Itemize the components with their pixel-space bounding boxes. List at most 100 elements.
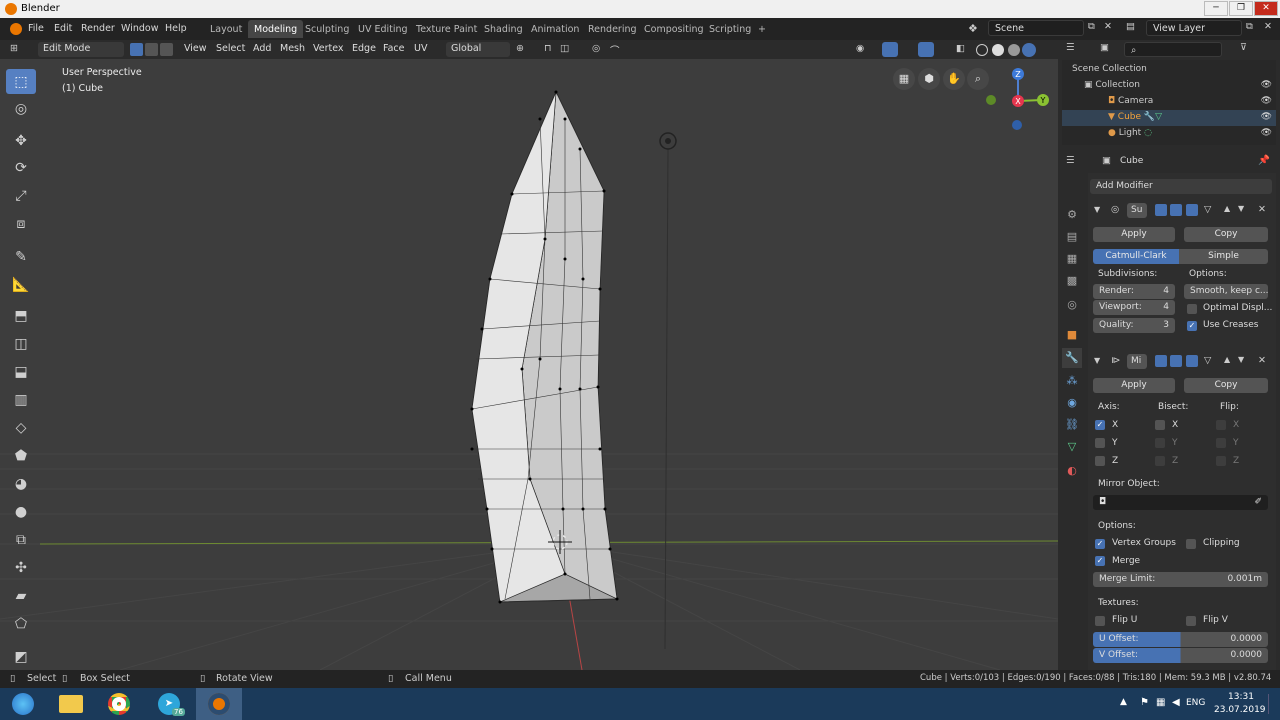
add-workspace-button[interactable]: +	[752, 20, 772, 38]
neg-y-axis-handle[interactable]	[986, 95, 996, 105]
move-down-icon[interactable]: ▼	[1238, 204, 1244, 213]
optimal-display-checkbox[interactable]	[1187, 304, 1197, 314]
material-tab-icon[interactable]: ◐	[1062, 461, 1082, 481]
visibility-icon[interactable]: ◉	[856, 43, 864, 54]
show-desktop-button[interactable]	[1268, 694, 1276, 714]
flip-z-checkbox[interactable]	[1216, 456, 1226, 466]
sidebar-toggle-icon[interactable]: ◩	[6, 644, 36, 669]
outliner-item-light[interactable]: ● Light ◌ 👁	[1062, 126, 1276, 142]
tray-flag-icon[interactable]: ⚑	[1140, 697, 1149, 708]
pin-icon[interactable]: 📌	[1258, 155, 1270, 166]
taskbar-telegram[interactable]: ➤ 76	[146, 688, 192, 720]
collapse-arrow-icon[interactable]: ▼	[1094, 356, 1100, 365]
outliner-scene-collection[interactable]: Scene Collection	[1062, 62, 1276, 78]
xray-icon[interactable]: ◧	[956, 43, 965, 54]
bevel-tool-icon[interactable]: ⬓	[6, 359, 36, 384]
outliner-item-camera[interactable]: ◘ Camera 👁	[1062, 94, 1276, 110]
navigation-gizmo[interactable]: Z Y X	[982, 67, 1054, 139]
subsurf-copy-button[interactable]: Copy	[1184, 227, 1268, 242]
bisect-z-checkbox[interactable]	[1155, 456, 1165, 466]
object-tab-icon[interactable]: ■	[1062, 325, 1082, 345]
solid-shading-icon[interactable]	[992, 44, 1004, 56]
tab-texture-paint[interactable]: Texture Paint	[410, 20, 483, 38]
spin-tool-icon[interactable]: ◕	[6, 471, 36, 496]
mode-selector[interactable]: Edit Mode	[38, 42, 124, 57]
taskbar-clock[interactable]: 13:31	[1228, 692, 1254, 702]
taskbar-date[interactable]: 23.07.2019	[1214, 705, 1266, 715]
cursor-tool-icon[interactable]: ◎	[6, 96, 36, 121]
taskbar-chrome[interactable]	[96, 688, 142, 720]
on-cage-icon[interactable]: ▽	[1204, 204, 1211, 215]
snap-target-icon[interactable]: ◫	[560, 43, 569, 54]
merge-checkbox[interactable]: ✓	[1095, 556, 1105, 566]
wireframe-shading-icon[interactable]	[976, 44, 988, 56]
tray-network-icon[interactable]: ▦	[1156, 697, 1165, 708]
header-add[interactable]: Add	[253, 43, 271, 54]
header-vertex[interactable]: Vertex	[313, 43, 344, 54]
tab-uv-editing[interactable]: UV Editing	[352, 20, 414, 38]
render-levels-field[interactable]: Render: 4	[1093, 284, 1175, 299]
tab-sculpting[interactable]: Sculpting	[299, 20, 355, 38]
move-down-icon[interactable]: ▼	[1238, 355, 1244, 364]
view-layer-tab-icon[interactable]: ▩	[1062, 271, 1082, 291]
physics-tab-icon[interactable]: ◉	[1062, 393, 1082, 413]
pan-view-icon[interactable]: ✋	[943, 68, 965, 90]
delete-view-layer-icon[interactable]: ✕	[1264, 21, 1272, 32]
properties-editor-icon[interactable]: ☰	[1066, 155, 1075, 166]
outliner-display-icon[interactable]: ▣	[1100, 42, 1109, 53]
tab-modeling[interactable]: Modeling	[248, 20, 304, 38]
material-shading-icon[interactable]	[1008, 44, 1020, 56]
eye-icon[interactable]: 👁	[1261, 80, 1272, 90]
tray-language[interactable]: ENG	[1186, 698, 1205, 708]
3d-viewport[interactable]: User Perspective (1) Cube ▦ ⬢ ✋ ⌕ Z Y X	[0, 59, 1058, 670]
tab-animation[interactable]: Animation	[525, 20, 585, 38]
flip-y-checkbox[interactable]	[1216, 438, 1226, 448]
inset-tool-icon[interactable]: ◫	[6, 331, 36, 356]
subsurf-apply-button[interactable]: Apply	[1093, 227, 1175, 242]
rotate-tool-icon[interactable]: ⟳	[6, 155, 36, 180]
shrink-fatten-tool-icon[interactable]: ✣	[6, 555, 36, 580]
viewport-display-icon[interactable]	[1170, 204, 1182, 216]
header-face[interactable]: Face	[383, 43, 404, 54]
rip-tool-icon[interactable]: ⬠	[6, 611, 36, 636]
quality-field[interactable]: Quality: 3	[1093, 318, 1175, 333]
knife-tool-icon[interactable]: ◇	[6, 415, 36, 440]
menu-edit[interactable]: Edit	[54, 23, 72, 34]
simple-button[interactable]: Simple	[1179, 249, 1268, 264]
flip-v-checkbox[interactable]	[1186, 616, 1196, 626]
tab-scripting[interactable]: Scripting	[703, 20, 757, 38]
tool-tab-icon[interactable]: ⚙	[1062, 205, 1082, 225]
editor-type-icon[interactable]: ⊞	[10, 43, 18, 54]
taskbar-explorer[interactable]	[48, 688, 94, 720]
outliner-search-input[interactable]: ⌕	[1124, 42, 1222, 57]
mirror-name-field[interactable]: Mi	[1127, 354, 1147, 369]
move-up-icon[interactable]: ▲	[1224, 204, 1230, 213]
subsurf-name-field[interactable]: Su	[1127, 203, 1147, 218]
header-edge[interactable]: Edge	[352, 43, 376, 54]
viewport-display-icon[interactable]	[1170, 355, 1182, 367]
tray-volume-icon[interactable]: ◀	[1172, 697, 1180, 708]
clipping-checkbox[interactable]	[1186, 539, 1196, 549]
menu-window[interactable]: Window	[121, 23, 158, 34]
mirror-copy-button[interactable]: Copy	[1184, 378, 1268, 393]
remove-modifier-icon[interactable]: ✕	[1258, 355, 1266, 366]
bisect-x-checkbox[interactable]	[1155, 420, 1165, 430]
viewport-levels-field[interactable]: Viewport: 4	[1093, 300, 1175, 315]
menu-render[interactable]: Render	[81, 23, 115, 34]
collapse-arrow-icon[interactable]: ▼	[1094, 205, 1100, 214]
scene-icon[interactable]: ❖	[968, 22, 978, 35]
eye-icon[interactable]: 👁	[1261, 112, 1272, 122]
tray-arrow-icon[interactable]: ▲	[1120, 697, 1127, 707]
start-button[interactable]	[0, 688, 46, 720]
uv-smooth-dropdown[interactable]: Smooth, keep c...	[1184, 284, 1268, 299]
shear-tool-icon[interactable]: ▰	[6, 583, 36, 608]
view-layer-icon[interactable]: ▤	[1126, 21, 1135, 32]
add-modifier-dropdown[interactable]: Add Modifier	[1090, 179, 1272, 194]
scale-tool-icon[interactable]: ⤢	[6, 183, 36, 208]
close-button[interactable]: ✕	[1254, 1, 1278, 16]
viewport-canvas[interactable]	[0, 59, 1058, 670]
tab-compositing[interactable]: Compositing	[638, 20, 710, 38]
mesh-data-tab-icon[interactable]: ▽	[1062, 437, 1082, 457]
transform-tool-icon[interactable]: ⧈	[6, 211, 36, 236]
eye-icon[interactable]: 👁	[1261, 128, 1272, 138]
